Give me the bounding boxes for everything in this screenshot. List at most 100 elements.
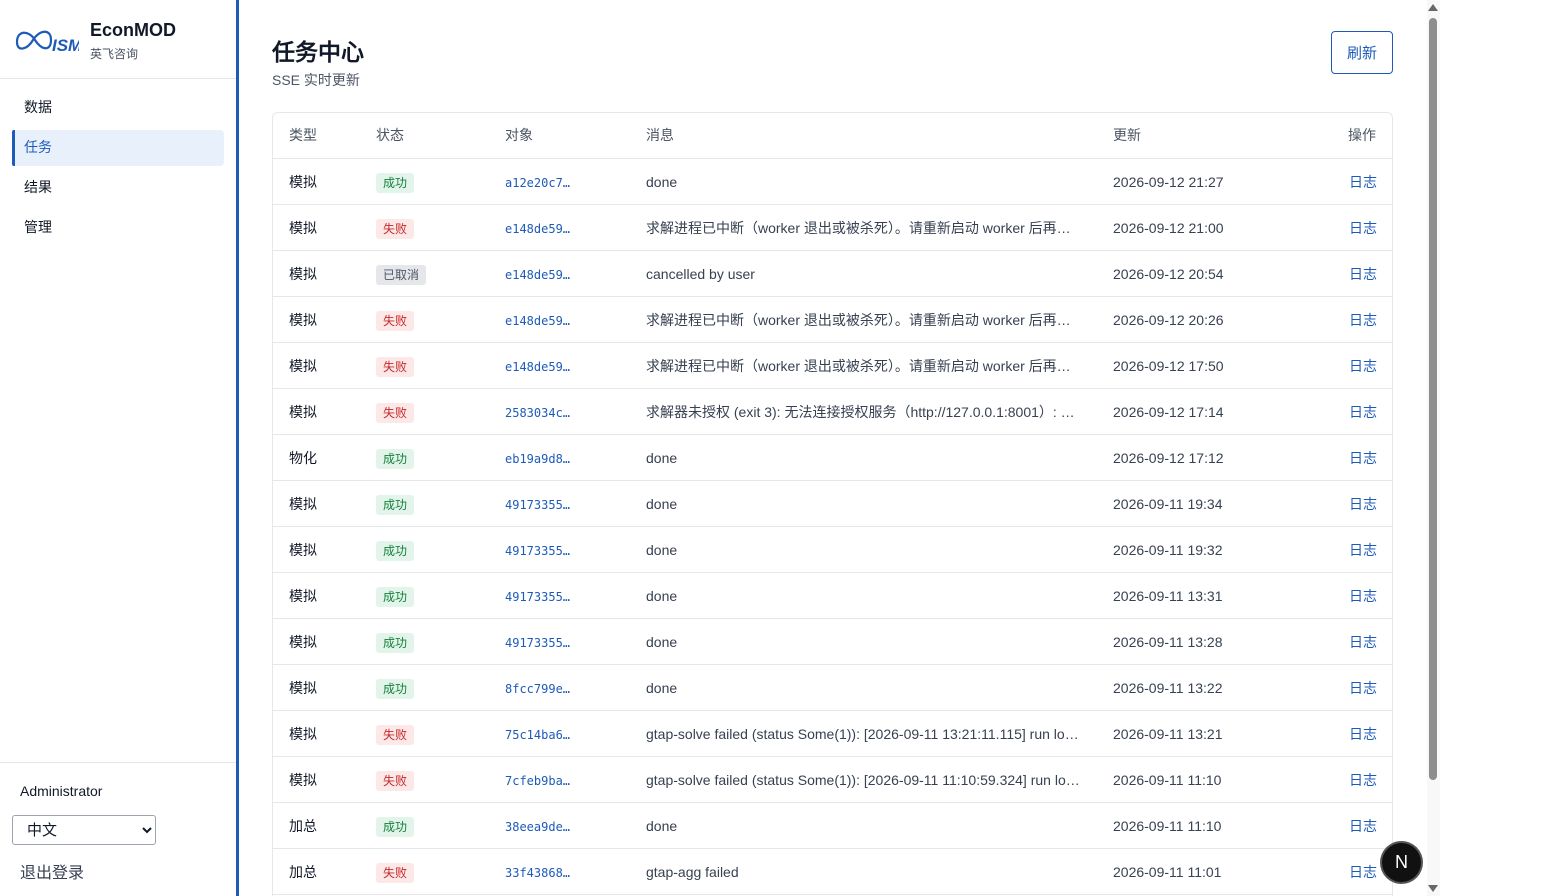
sidebar-item-tasks[interactable]: 任务 — [12, 130, 224, 166]
task-type: 模拟 — [289, 680, 317, 696]
table-row: 模拟 失败 7cfeb9ba… gtap-solve failed (status S… — [273, 757, 1392, 803]
language-select[interactable]: 中文 — [12, 815, 156, 845]
scroll-up-arrow-icon[interactable] — [1428, 4, 1438, 11]
target-cell: 7cfeb9ba… — [505, 757, 615, 803]
target-cell: e148de59… — [505, 205, 615, 251]
task-message: 求解进程已中断（worker 退出或被杀死）。请重新启动 worker 后再… — [646, 220, 1071, 236]
action-cell: 日志 — [1293, 757, 1377, 803]
view-log-link[interactable]: 日志 — [1349, 588, 1377, 604]
target-id-link[interactable]: e148de59… — [505, 314, 570, 328]
action-cell: 日志 — [1293, 527, 1377, 573]
target-id-link[interactable]: 33f43868… — [505, 866, 570, 880]
task-message: done — [646, 680, 678, 696]
status-badge: 成功 — [376, 449, 415, 470]
status-cell: 失败 — [376, 205, 486, 251]
target-id-link[interactable]: 49173355… — [505, 544, 570, 558]
target-id-link[interactable]: 49173355… — [505, 498, 570, 512]
view-log-link[interactable]: 日志 — [1349, 864, 1377, 880]
updated-time: 2026-09-11 13:31 — [1113, 588, 1223, 604]
view-log-link[interactable]: 日志 — [1349, 542, 1377, 558]
status-cell: 失败 — [376, 297, 486, 343]
target-cell: e148de59… — [505, 343, 615, 389]
target-id-link[interactable]: e148de59… — [505, 222, 570, 236]
task-message: done — [646, 588, 678, 604]
view-log-link[interactable]: 日志 — [1349, 450, 1377, 466]
view-log-link[interactable]: 日志 — [1349, 634, 1377, 650]
status-badge: 失败 — [376, 357, 415, 378]
sidebar-item-data[interactable]: 数据 — [12, 90, 224, 126]
task-message: gtap-solve failed (status Some(1)): [202… — [646, 726, 1079, 742]
task-type: 模拟 — [289, 358, 317, 374]
task-type: 加总 — [289, 864, 317, 880]
updated-time: 2026-09-12 17:50 — [1113, 358, 1224, 374]
target-id-link[interactable]: 2583034c… — [505, 406, 570, 420]
action-cell: 日志 — [1293, 481, 1377, 527]
target-cell: 49173355… — [505, 573, 615, 619]
view-log-link[interactable]: 日志 — [1349, 404, 1377, 420]
target-id-link[interactable]: 75c14ba6… — [505, 728, 570, 742]
status-cell: 成功 — [376, 527, 486, 573]
status-badge: 成功 — [376, 495, 415, 516]
view-log-link[interactable]: 日志 — [1349, 358, 1377, 374]
updated-time: 2026-09-12 17:14 — [1113, 404, 1224, 420]
header-type: 类型 — [289, 127, 317, 143]
target-id-link[interactable]: 38eea9de… — [505, 820, 570, 834]
status-cell: 成功 — [376, 159, 486, 205]
task-message: done — [646, 174, 678, 190]
table-row: 加总 失败 33f43868… gtap-agg failed 2026-09-11 1… — [273, 849, 1392, 895]
app-root: ISM EconMOD 英飞咨询 数据 任务 结果 管理 Administrat… — [0, 0, 1560, 896]
task-message: gtap-agg failed — [646, 864, 739, 880]
target-cell: 33f43868… — [505, 849, 615, 895]
view-log-link[interactable]: 日志 — [1349, 496, 1377, 512]
target-cell: a12e20c7… — [505, 159, 615, 205]
dev-tools-badge[interactable]: N — [1382, 843, 1421, 882]
logout-link[interactable]: 退出登录 — [20, 859, 84, 883]
view-log-link[interactable]: 日志 — [1349, 680, 1377, 696]
view-log-link[interactable]: 日志 — [1349, 818, 1377, 834]
sidebar-item-admin[interactable]: 管理 — [12, 210, 224, 246]
table-row: 加总 成功 38eea9de… done 2026-09-11 11:10 日志 — [273, 803, 1392, 849]
task-type: 模拟 — [289, 496, 317, 512]
refresh-button[interactable]: 刷新 — [1331, 31, 1393, 74]
header-message: 消息 — [646, 127, 674, 143]
task-type: 模拟 — [289, 312, 317, 328]
target-id-link[interactable]: e148de59… — [505, 268, 570, 282]
status-cell: 失败 — [376, 711, 486, 757]
task-type: 模拟 — [289, 772, 317, 788]
task-message: done — [646, 818, 678, 834]
task-type: 模拟 — [289, 634, 317, 650]
updated-time: 2026-09-12 20:54 — [1113, 266, 1224, 282]
status-badge: 失败 — [376, 725, 415, 746]
page-title: 任务中心 — [272, 40, 364, 66]
logo-text: ISM — [52, 36, 79, 55]
target-id-link[interactable]: 49173355… — [505, 636, 570, 650]
target-id-link[interactable]: e148de59… — [505, 360, 570, 374]
view-log-link[interactable]: 日志 — [1349, 220, 1377, 236]
view-log-link[interactable]: 日志 — [1349, 772, 1377, 788]
action-cell: 日志 — [1293, 803, 1377, 849]
target-id-link[interactable]: 8fcc799e… — [505, 682, 570, 696]
sidebar-item-results[interactable]: 结果 — [12, 170, 224, 206]
action-cell: 日志 — [1293, 619, 1377, 665]
status-cell: 失败 — [376, 849, 486, 895]
view-log-link[interactable]: 日志 — [1349, 312, 1377, 328]
scroll-down-arrow-icon[interactable] — [1428, 885, 1438, 892]
view-log-link[interactable]: 日志 — [1349, 726, 1377, 742]
view-log-link[interactable]: 日志 — [1349, 174, 1377, 190]
scrollbar-thumb[interactable] — [1429, 18, 1437, 780]
target-id-link[interactable]: eb19a9d8… — [505, 452, 570, 466]
action-cell: 日志 — [1293, 573, 1377, 619]
target-id-link[interactable]: 7cfeb9ba… — [505, 774, 570, 788]
header-target: 对象 — [505, 127, 533, 143]
view-log-link[interactable]: 日志 — [1349, 266, 1377, 282]
target-id-link[interactable]: a12e20c7… — [505, 176, 570, 190]
task-message: cancelled by user — [646, 266, 755, 282]
task-message: gtap-solve failed (status Some(1)): [202… — [646, 772, 1080, 788]
target-id-link[interactable]: 49173355… — [505, 590, 570, 604]
table-row: 模拟 成功 49173355… done 2026-09-11 19:32 日志 — [273, 527, 1392, 573]
action-cell: 日志 — [1293, 435, 1377, 481]
table-row: 模拟 失败 e148de59… 求解进程已中断（worker 退出或被杀死）。请重新启… — [273, 343, 1392, 389]
header-action: 操作 — [1348, 127, 1376, 143]
vertical-scrollbar[interactable] — [1427, 0, 1440, 896]
updated-time: 2026-09-11 13:21 — [1113, 726, 1223, 742]
